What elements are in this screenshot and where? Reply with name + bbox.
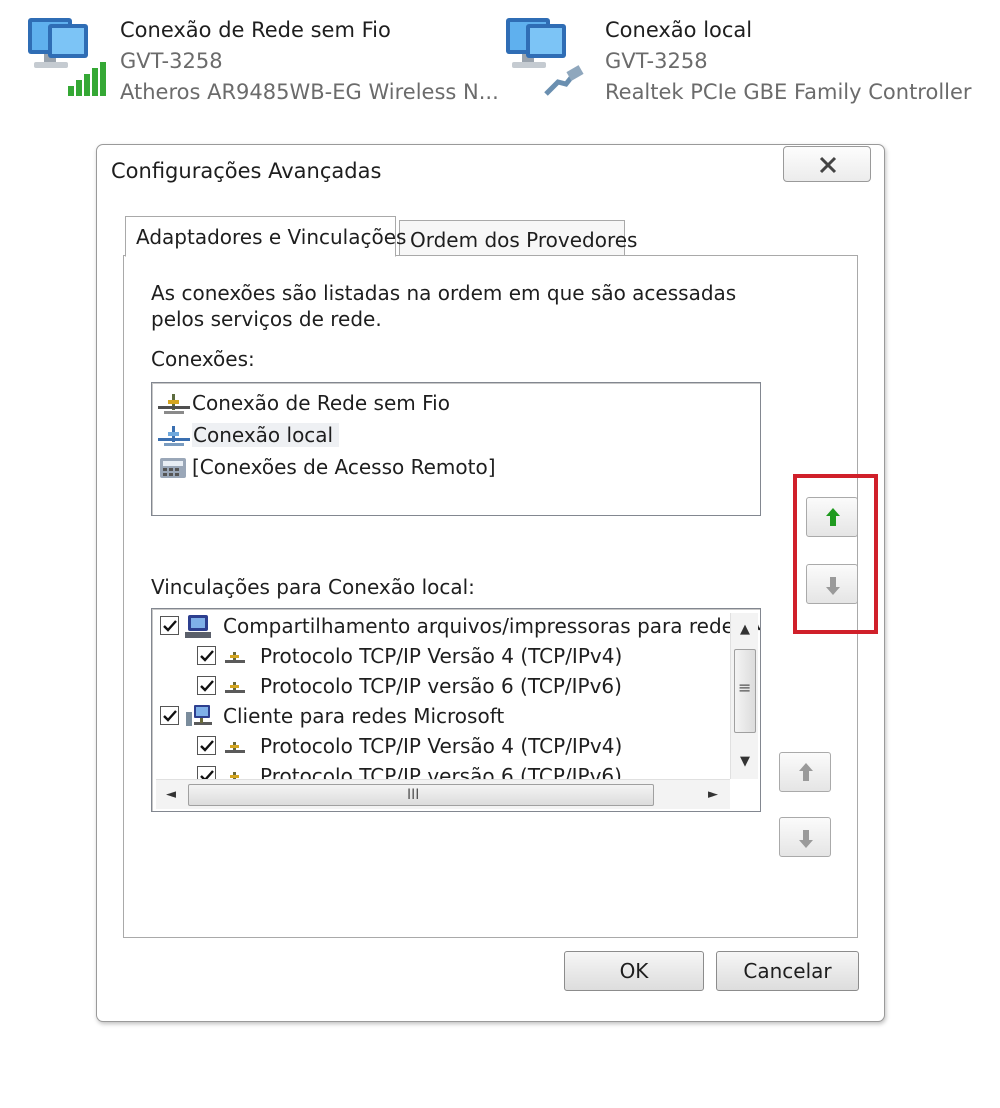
description-text: As conexões são listadas na ordem em que… <box>151 281 737 331</box>
tab-adapters-bindings[interactable]: Adaptadores e Vinculações <box>125 216 406 257</box>
connections-label: Conexões: <box>151 347 255 371</box>
bindings-label: Vinculações para Conexão local: <box>151 575 475 599</box>
client-icon <box>186 705 212 726</box>
scrollbar-grip: ≡ <box>738 678 752 697</box>
bindings-tree[interactable]: Compartilhamento arquivos/impressoras pa… <box>151 608 761 812</box>
tree-row[interactable]: Protocolo TCP/IP versão 6 (TCP/IPv6) <box>152 761 730 779</box>
wifi-connection-tile[interactable]: Conexão de Rede sem Fio GVT-3258 Atheros… <box>18 12 499 112</box>
ok-button[interactable]: OK <box>564 951 704 991</box>
checkmark-icon <box>200 650 214 662</box>
cancel-button[interactable]: Cancelar <box>716 951 859 991</box>
tree-row[interactable]: Protocolo TCP/IP Versão 4 (TCP/IPv4) <box>152 731 730 761</box>
checkmark-icon <box>163 620 177 632</box>
connection-name: Conexão local <box>605 18 753 42</box>
checkmark-icon <box>163 710 177 722</box>
list-item[interactable]: Conexão local <box>158 420 340 450</box>
binding-label: Protocolo TCP/IP versão 6 (TCP/IPv6) <box>260 764 622 779</box>
scroll-up-arrow[interactable]: ▲ <box>734 619 756 641</box>
protocol-icon <box>230 772 239 779</box>
horizontal-scrollbar[interactable]: ◄ III ► <box>156 779 730 809</box>
scrollbar-grip: III <box>407 787 420 803</box>
tree-row[interactable]: Protocolo TCP/IP versão 6 (TCP/IPv6) <box>152 671 730 701</box>
binding-move-down-button[interactable] <box>779 817 831 857</box>
scrollbar-thumb[interactable]: ≡ <box>734 649 756 733</box>
checkbox[interactable] <box>197 736 216 755</box>
checkmark-icon <box>200 770 214 779</box>
connection-label: Conexão de Rede sem Fio <box>192 391 450 415</box>
arrow-down-icon <box>799 830 813 848</box>
network-adapter-icon <box>158 426 190 446</box>
checkbox[interactable] <box>160 706 179 725</box>
list-item[interactable]: [Conexões de Acesso Remoto] <box>158 452 496 482</box>
tab-panel: As conexões são listadas na ordem em que… <box>123 255 878 938</box>
connection-label: Conexão local <box>192 423 340 447</box>
network-name: GVT-3258 <box>120 49 223 73</box>
adapter-name: Realtek PCIe GBE Family Controller <box>605 80 972 104</box>
move-up-button[interactable] <box>806 497 858 537</box>
arrow-up-icon <box>826 508 840 526</box>
wired-network-icon <box>506 18 584 96</box>
wireless-network-icon <box>28 18 106 96</box>
vertical-scrollbar[interactable]: ▲ ≡ ▼ <box>730 613 758 779</box>
binding-label: Cliente para redes Microsoft <box>223 704 505 728</box>
binding-move-up-button[interactable] <box>779 752 831 792</box>
arrow-down-icon <box>826 577 840 595</box>
binding-label: Protocolo TCP/IP Versão 4 (TCP/IPv4) <box>260 734 623 758</box>
scrollbar-thumb[interactable]: III <box>188 784 654 806</box>
checkbox[interactable] <box>197 646 216 665</box>
scroll-right-arrow[interactable]: ► <box>702 784 724 806</box>
protocol-icon <box>225 682 245 693</box>
scroll-down-arrow[interactable]: ▼ <box>734 751 756 773</box>
network-adapter-icon <box>158 394 190 414</box>
tree-row[interactable]: Cliente para redes Microsoft <box>152 701 730 731</box>
list-item[interactable]: Conexão de Rede sem Fio <box>158 388 450 418</box>
tab-provider-order[interactable]: Ordem dos Provedores <box>399 220 637 256</box>
protocol-icon <box>225 742 245 753</box>
network-name: GVT-3258 <box>605 49 708 73</box>
binding-label: Compartilhamento arquivos/impressoras pa… <box>223 614 761 638</box>
local-connection-tile[interactable]: Conexão local GVT-3258 Realtek PCIe GBE … <box>502 12 982 112</box>
checkmark-icon <box>200 740 214 752</box>
protocol-icon <box>225 652 245 663</box>
move-down-button[interactable] <box>806 564 858 604</box>
advanced-settings-dialog: Configurações Avançadas Adaptadores e Vi… <box>96 144 885 1022</box>
adapter-name: Atheros AR9485WB-EG Wireless N... <box>120 80 499 104</box>
tree-row[interactable]: Protocolo TCP/IP Versão 4 (TCP/IPv4) <box>152 641 730 671</box>
binding-label: Protocolo TCP/IP Versão 4 (TCP/IPv4) <box>260 644 623 668</box>
binding-label: Protocolo TCP/IP versão 6 (TCP/IPv6) <box>260 674 622 698</box>
checkbox[interactable] <box>197 766 216 779</box>
scroll-left-arrow[interactable]: ◄ <box>160 784 182 806</box>
close-button[interactable] <box>783 146 871 182</box>
dialog-title: Configurações Avançadas <box>111 159 382 183</box>
connection-name: Conexão de Rede sem Fio <box>120 18 391 42</box>
tree-row[interactable]: Compartilhamento arquivos/impressoras pa… <box>152 611 760 641</box>
connection-label: [Conexões de Acesso Remoto] <box>192 455 496 479</box>
checkmark-icon <box>200 680 214 692</box>
checkbox[interactable] <box>160 616 179 635</box>
arrow-up-icon <box>799 763 813 781</box>
close-icon <box>819 156 837 174</box>
computer-icon <box>185 615 211 638</box>
connections-list[interactable]: Conexão de Rede sem Fio Conexão local [C… <box>151 382 761 516</box>
phone-icon <box>160 458 186 478</box>
checkbox[interactable] <box>197 676 216 695</box>
